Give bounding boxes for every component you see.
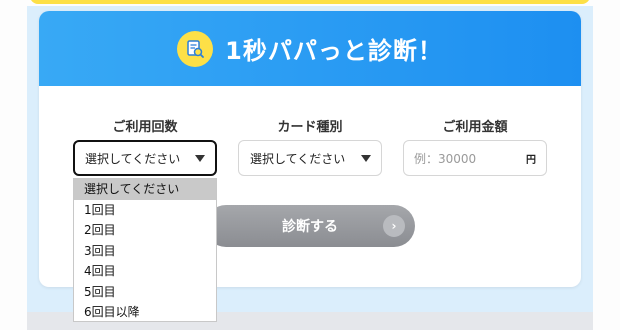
caret-down-icon xyxy=(195,155,205,162)
top-accent-bar xyxy=(30,0,590,4)
diagnose-button-label: 診断する xyxy=(282,219,338,235)
dropdown-option[interactable]: 1回目 xyxy=(74,200,216,221)
diagnose-button[interactable]: 診断する › xyxy=(205,205,415,247)
dropdown-option[interactable]: 6回目以降 xyxy=(74,302,216,323)
dropdown-option[interactable]: 4回目 xyxy=(74,261,216,282)
usage-count-select[interactable]: 選択してください xyxy=(73,140,217,176)
caret-down-icon xyxy=(361,155,371,162)
card-type-select[interactable]: 選択してください xyxy=(238,140,382,176)
document-search-icon xyxy=(177,30,214,67)
usage-count-label: ご利用回数 xyxy=(112,120,178,135)
card-title: 1秒パパっと診断！ xyxy=(225,37,443,65)
dropdown-option[interactable]: 3回目 xyxy=(74,241,216,262)
card-type-label: カード種別 xyxy=(277,120,343,135)
chevron-right-icon: › xyxy=(383,215,405,237)
usage-count-dropdown[interactable]: 選択してください 1回目 2回目 3回目 4回目 5回目 6回目以降 xyxy=(73,178,217,322)
amount-placeholder: 例：30000 xyxy=(414,151,477,166)
card-type-value: 選択してください xyxy=(250,151,346,166)
card-header: 1秒パパっと診断！ xyxy=(39,11,581,86)
dropdown-option[interactable]: 2回目 xyxy=(74,220,216,241)
usage-count-value: 選択してください xyxy=(85,151,181,166)
amount-unit: 円 xyxy=(526,154,536,166)
amount-input[interactable]: 例：30000 円 xyxy=(403,140,547,176)
dropdown-option[interactable]: 5回目 xyxy=(74,282,216,303)
dropdown-option[interactable]: 選択してください xyxy=(74,179,216,200)
amount-label: ご利用金額 xyxy=(442,120,508,135)
